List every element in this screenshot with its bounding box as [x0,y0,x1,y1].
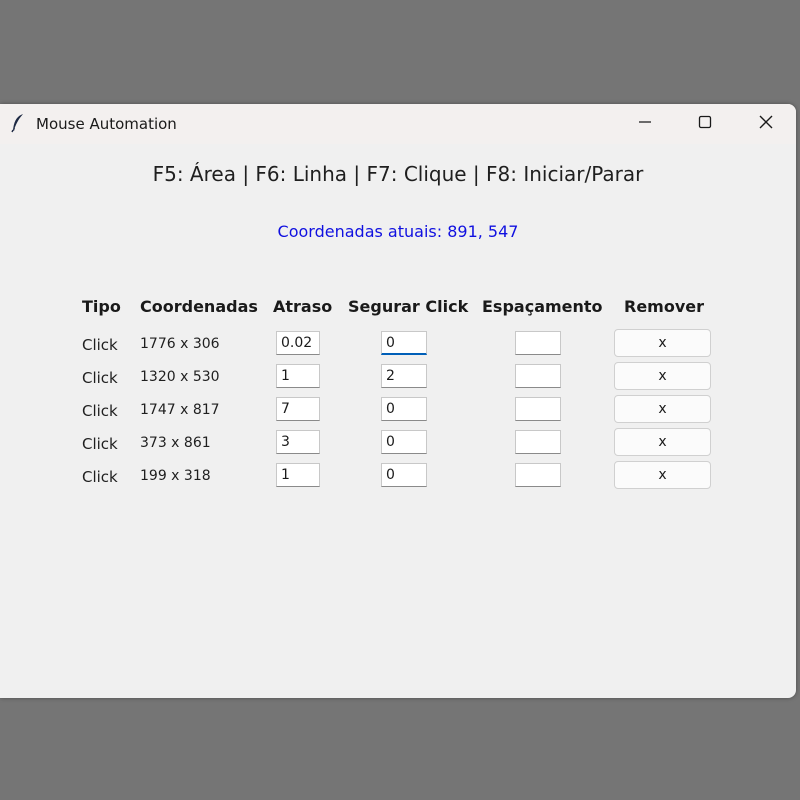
row-tipo: Click [82,402,118,420]
current-coordinates-label: Coordenadas atuais: 891, 547 [277,222,519,241]
espacamento-input[interactable] [515,430,561,454]
atraso-input[interactable] [276,397,320,421]
window-title: Mouse Automation [36,115,177,133]
row-tipo: Click [82,468,118,486]
header-atraso: Atraso [273,297,333,316]
minimize-button[interactable] [616,104,674,144]
remove-row-button[interactable]: x [614,395,711,423]
header-coordenadas: Coordenadas [140,297,258,316]
row-coordenadas: 199 x 318 [140,468,211,484]
atraso-input[interactable] [276,364,320,388]
main-window: Mouse Automation F5: Área | F6: Linha | … [0,104,796,698]
row-coordenadas: 1747 x 817 [140,402,220,418]
remove-row-button[interactable]: x [614,362,711,390]
header-tipo: Tipo [82,297,121,316]
segurar-click-input[interactable] [381,397,427,421]
segurar-click-input[interactable] [381,430,427,454]
maximize-button[interactable] [676,104,734,144]
espacamento-input[interactable] [515,331,561,355]
title-bar[interactable]: Mouse Automation [0,104,796,144]
segurar-click-input[interactable] [381,364,427,388]
shortcuts-label: F5: Área | F6: Linha | F7: Clique | F8: … [152,162,644,186]
row-coordenadas: 1776 x 306 [140,336,220,352]
row-tipo: Click [82,336,118,354]
row-tipo: Click [82,369,118,387]
maximize-icon [698,115,712,134]
remove-row-button[interactable]: x [614,461,711,489]
row-tipo: Click [82,435,118,453]
header-remover: Remover [624,297,705,316]
header-segurar-click: Segurar Click [348,297,469,316]
row-coordenadas: 1320 x 530 [140,369,220,385]
close-button[interactable] [737,104,795,144]
atraso-input[interactable] [276,430,320,454]
row-coordenadas: 373 x 861 [140,435,211,451]
remove-row-button[interactable]: x [614,329,711,357]
atraso-input[interactable] [276,463,320,487]
espacamento-input[interactable] [515,397,561,421]
atraso-input[interactable] [276,331,320,355]
segurar-click-input[interactable] [381,331,427,355]
segurar-click-input[interactable] [381,463,427,487]
close-icon [758,114,774,135]
header-espacamento: Espaçamento [482,297,603,316]
espacamento-input[interactable] [515,463,561,487]
espacamento-input[interactable] [515,364,561,388]
feather-icon [10,113,26,133]
remove-row-button[interactable]: x [614,428,711,456]
minimize-icon [638,115,652,134]
